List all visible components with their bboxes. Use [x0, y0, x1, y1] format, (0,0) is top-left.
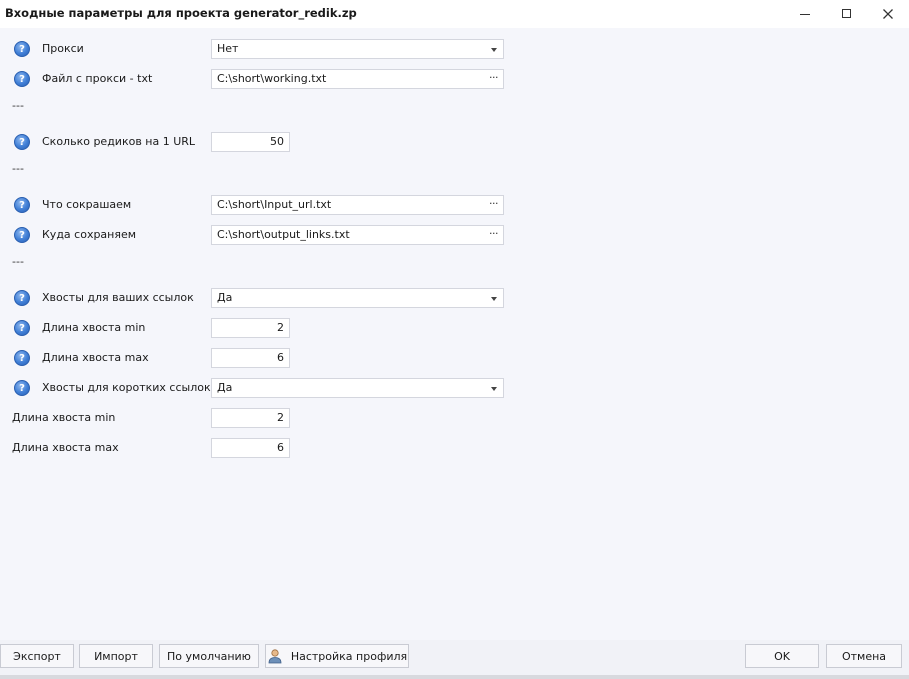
close-icon — [883, 9, 893, 19]
profile-settings-button[interactable]: Настройка профиля — [265, 644, 409, 668]
param-label: Длина хвоста min — [12, 411, 116, 424]
footer-bar: Экспорт Импорт По умолчанию Настройка пр… — [0, 640, 909, 679]
separator: --- — [12, 255, 24, 268]
input-file-value: C:\short\Input_url.txt — [217, 198, 332, 211]
tails-your-links-value: Да — [217, 291, 233, 304]
tail-min-1-value: 2 — [277, 321, 284, 334]
title-bar: Входные параметры для проекта generator_… — [0, 0, 909, 28]
maximize-icon — [842, 9, 851, 18]
param-label: Что сокрашаем — [42, 198, 132, 211]
proxy-file-value: C:\short\working.txt — [217, 72, 327, 85]
tails-your-links-select[interactable]: Да — [211, 288, 504, 308]
tails-short-links-select[interactable]: Да — [211, 378, 504, 398]
ok-button-label: OK — [774, 649, 790, 663]
tail-max-2-input[interactable]: 6 — [211, 438, 290, 458]
param-row-tails-short-links: ? Хвосты для коротких ссылок Да — [0, 377, 520, 399]
param-label: Прокси — [42, 42, 84, 55]
tail-max-1-input[interactable]: 6 — [211, 348, 290, 368]
param-row-tail-min-1: ? Длина хвоста min 2 — [0, 317, 520, 339]
browse-button[interactable]: ··· — [489, 196, 499, 213]
chevron-down-icon — [491, 297, 497, 301]
param-row-tails-your-links: ? Хвосты для ваших ссылок Да — [0, 287, 520, 309]
separator: --- — [12, 162, 24, 175]
minimize-icon — [800, 14, 810, 15]
chevron-down-icon — [491, 387, 497, 391]
import-button[interactable]: Импорт — [79, 644, 153, 668]
browse-button[interactable]: ··· — [489, 70, 499, 87]
help-icon[interactable]: ? — [14, 227, 30, 243]
tail-min-2-value: 2 — [277, 411, 284, 424]
param-row-proxy-file: ? Файл с прокси - txt C:\short\working.t… — [0, 68, 520, 90]
param-row-tail-min-2: Длина хвоста min 2 — [0, 407, 520, 429]
close-button[interactable] — [867, 0, 909, 28]
param-label: Сколько редиков на 1 URL — [42, 135, 196, 148]
param-label: Хвосты для ваших ссылок — [42, 291, 194, 304]
help-icon[interactable]: ? — [14, 134, 30, 150]
output-file-input[interactable]: C:\short\output_links.txt ··· — [211, 225, 504, 245]
tail-max-2-value: 6 — [277, 441, 284, 454]
tail-min-2-input[interactable]: 2 — [211, 408, 290, 428]
param-row-tail-max-2: Длина хвоста max 6 — [0, 437, 520, 459]
maximize-button[interactable] — [826, 0, 868, 28]
defaults-button-label: По умолчанию — [167, 649, 251, 663]
input-file-input[interactable]: C:\short\Input_url.txt ··· — [211, 195, 504, 215]
tails-short-links-value: Да — [217, 381, 233, 394]
rediks-per-url-value: 50 — [270, 135, 284, 148]
help-icon[interactable]: ? — [14, 380, 30, 396]
tail-max-1-value: 6 — [277, 351, 284, 364]
help-icon[interactable]: ? — [14, 41, 30, 57]
output-file-value: C:\short\output_links.txt — [217, 228, 350, 241]
defaults-button[interactable]: По умолчанию — [159, 644, 259, 668]
window-title: Входные параметры для проекта generator_… — [5, 6, 357, 20]
param-label: Длина хвоста max — [12, 441, 119, 454]
help-icon[interactable]: ? — [14, 320, 30, 336]
param-label: Хвосты для коротких ссылок — [42, 381, 211, 394]
minimize-button[interactable] — [784, 0, 826, 28]
ok-button[interactable]: OK — [745, 644, 819, 668]
proxy-select[interactable]: Нет — [211, 39, 504, 59]
param-row-proxy: ? Прокси Нет — [0, 38, 520, 60]
user-profile-icon — [267, 648, 283, 664]
cancel-button-label: Отмена — [841, 649, 887, 663]
parameters-panel: ? Прокси Нет ? Файл с прокси - txt C:\sh… — [0, 28, 909, 640]
proxy-select-value: Нет — [217, 42, 239, 55]
param-row-tail-max-1: ? Длина хвоста max 6 — [0, 347, 520, 369]
param-row-rediks: ? Сколько редиков на 1 URL 50 — [0, 131, 520, 153]
param-label: Длина хвоста max — [42, 351, 149, 364]
proxy-file-input[interactable]: C:\short\working.txt ··· — [211, 69, 504, 89]
param-label: Файл с прокси - txt — [42, 72, 153, 85]
param-row-input-file: ? Что сокрашаем C:\short\Input_url.txt ·… — [0, 194, 520, 216]
tail-min-1-input[interactable]: 2 — [211, 318, 290, 338]
chevron-down-icon — [491, 48, 497, 52]
param-label: Длина хвоста min — [42, 321, 146, 334]
profile-settings-label: Настройка профиля — [290, 649, 408, 663]
help-icon[interactable]: ? — [14, 290, 30, 306]
import-button-label: Импорт — [94, 649, 138, 663]
help-icon[interactable]: ? — [14, 71, 30, 87]
param-label: Куда сохраняем — [42, 228, 137, 241]
cancel-button[interactable]: Отмена — [826, 644, 902, 668]
rediks-per-url-input[interactable]: 50 — [211, 132, 290, 152]
param-row-output-file: ? Куда сохраняем C:\short\output_links.t… — [0, 224, 520, 246]
browse-button[interactable]: ··· — [489, 226, 499, 243]
help-icon[interactable]: ? — [14, 350, 30, 366]
export-button-label: Экспорт — [13, 649, 61, 663]
help-icon[interactable]: ? — [14, 197, 30, 213]
separator: --- — [12, 99, 24, 112]
export-button[interactable]: Экспорт — [0, 644, 74, 668]
